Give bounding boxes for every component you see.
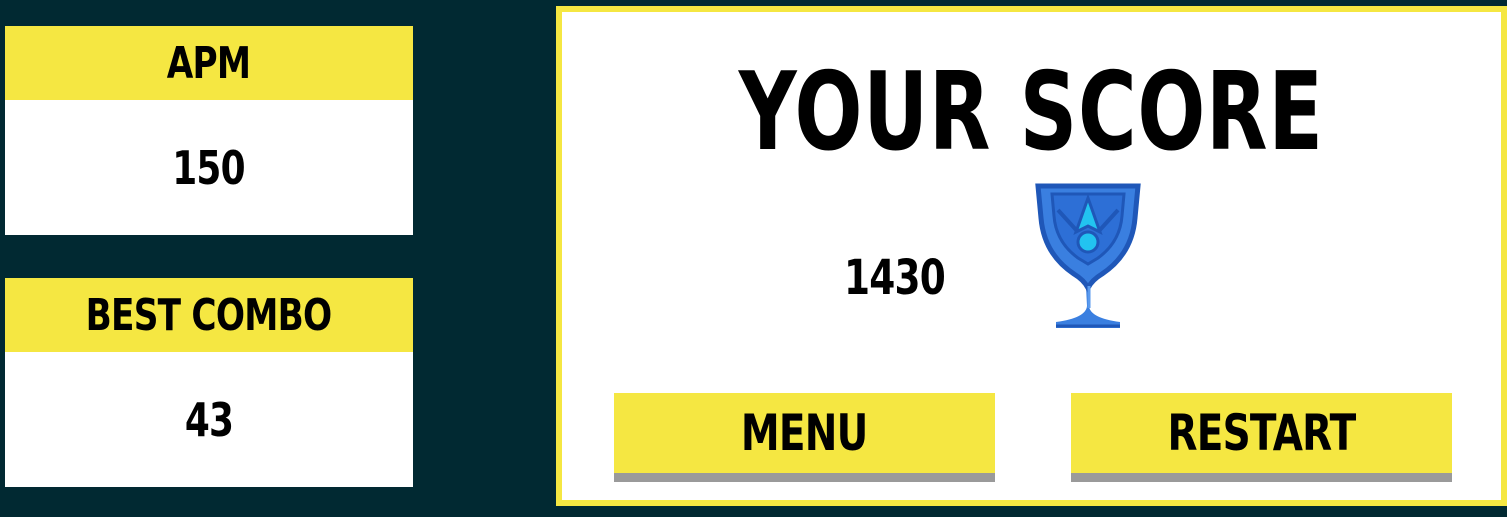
menu-button[interactable]: MENU — [614, 393, 995, 473]
best-combo-header: BEST COMBO — [5, 278, 413, 352]
best-combo-value-area: 43 — [5, 352, 413, 487]
restart-button-label: RESTART — [1167, 404, 1357, 462]
score-title: YOUR SCORE — [562, 50, 1501, 175]
best-combo-value: 43 — [184, 392, 234, 447]
apm-label: APM — [167, 37, 251, 89]
score-panel: YOUR SCORE 1430 MENU RESTART — [556, 6, 1507, 506]
best-combo-stat-box: BEST COMBO 43 — [5, 278, 413, 487]
restart-button[interactable]: RESTART — [1071, 393, 1452, 473]
score-value-text: 1430 — [844, 250, 946, 306]
trophy-icon — [1035, 183, 1141, 328]
apm-stat-box: APM 150 — [5, 26, 413, 235]
apm-value-area: 150 — [5, 100, 413, 235]
best-combo-label: BEST COMBO — [86, 289, 333, 341]
apm-value: 150 — [172, 140, 246, 195]
apm-header: APM — [5, 26, 413, 100]
score-value: 1430 — [844, 250, 974, 306]
menu-button-label: MENU — [741, 404, 868, 462]
score-title-text: YOUR SCORE — [739, 50, 1324, 175]
